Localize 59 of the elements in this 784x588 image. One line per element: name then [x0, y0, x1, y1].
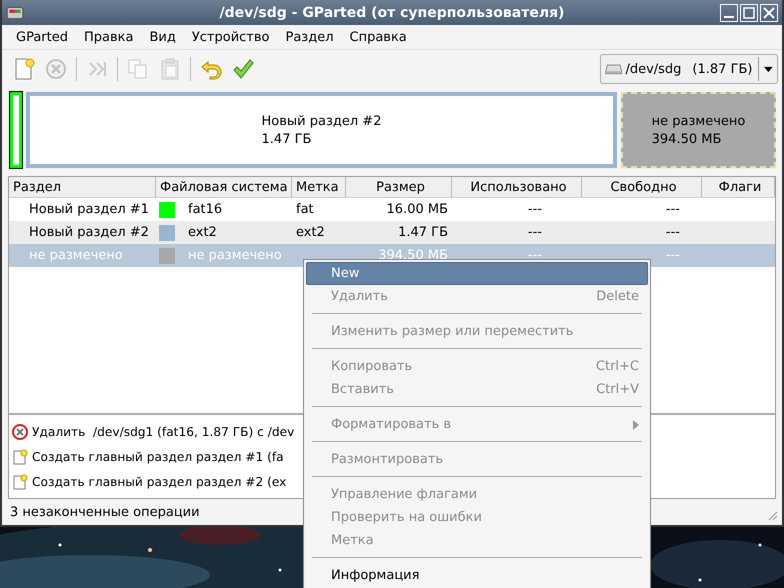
partition-name: Новый раздел #2: [262, 114, 382, 128]
table-cell: ---: [528, 225, 542, 240]
table-row[interactable]: Новый раздел #2 ext2 ext2 1.47 ГБ --- ---: [9, 221, 775, 244]
new-partition-icon: [12, 448, 28, 464]
menu-item[interactable]: Справка: [342, 28, 415, 46]
window-title: /dev/sdg - GParted (от суперпользователя): [218, 4, 566, 20]
table-cell: ---: [528, 248, 542, 263]
new-partition-icon: [12, 474, 28, 490]
operation-text: Создать главный раздел раздел #2 (ex: [32, 474, 286, 488]
table-cell-text: Новый раздел #2: [28, 225, 150, 240]
column-header[interactable]: Метка: [292, 177, 346, 197]
table-cell: ---: [666, 202, 680, 217]
minimize-icon[interactable]: [720, 4, 738, 22]
operation-text: Удалить /dev/sdg1 (fat16, 1.87 ГБ) с /dev: [32, 424, 294, 438]
close-icon[interactable]: [760, 4, 778, 22]
drive-icon: [6, 4, 24, 20]
column-header[interactable]: Размер: [346, 177, 452, 197]
table-cell: не размечено: [188, 248, 282, 263]
device-dropdown[interactable]: /dev/sdg (1.87 ГБ): [600, 54, 778, 84]
table-cell: ---: [666, 225, 680, 240]
table-cell: fat: [296, 202, 314, 217]
maximize-icon[interactable]: [740, 4, 758, 22]
partition-block[interactable]: Новый раздел #2 1.47 ГБ: [26, 92, 617, 168]
apply-icon[interactable]: [231, 57, 255, 81]
menu-item[interactable]: Информация: [306, 564, 648, 587]
column-header[interactable]: Использовано: [452, 177, 582, 197]
table-cell: fat16: [188, 202, 222, 217]
operation-text: Создать главный раздел раздел #1 (fa: [32, 450, 284, 464]
menu-item[interactable]: New: [306, 262, 648, 285]
table-cell: ---: [666, 248, 680, 263]
table-cell: 394.50 МБ: [378, 248, 448, 263]
partition-size: 394.50 МБ: [652, 132, 722, 146]
partition-name: не размечено: [652, 114, 746, 128]
table-cell-text: Новый раздел #1: [28, 202, 150, 217]
status-text: 3 незаконченные операции: [10, 504, 200, 520]
resize-grip-icon[interactable]: [766, 509, 778, 521]
table-cell: ext2: [296, 225, 325, 240]
caret-icon: [764, 66, 774, 72]
table-cell: ext2: [188, 225, 217, 240]
shortcut-text: Delete: [596, 289, 639, 304]
submenu-arrow-icon: [633, 420, 639, 430]
column-header[interactable]: Файловая система: [156, 177, 292, 197]
column-header[interactable]: Свободно: [582, 177, 702, 197]
shortcut-text: Ctrl+C: [596, 359, 639, 374]
shortcut-text: Ctrl+V: [596, 382, 639, 397]
table-cell-text: не размечено: [28, 248, 124, 263]
delete-icon: [12, 424, 28, 440]
menu-item[interactable]: Устройство: [184, 28, 278, 46]
column-header[interactable]: Раздел: [9, 177, 156, 197]
menu-item[interactable]: Вид: [141, 28, 184, 46]
table-cell: 16.00 МБ: [386, 202, 448, 217]
menu-item[interactable]: Правка: [76, 28, 142, 46]
menu-item[interactable]: GParted: [8, 28, 76, 46]
table-cell: 1.47 ГБ: [398, 225, 448, 240]
partition-size: 1.47 ГБ: [262, 132, 312, 146]
table-cell: ---: [528, 202, 542, 217]
unallocated-block[interactable]: не размечено 394.50 МБ: [621, 92, 776, 168]
menu-item[interactable]: Раздел: [277, 28, 342, 46]
column-header[interactable]: Флаги: [702, 177, 775, 197]
